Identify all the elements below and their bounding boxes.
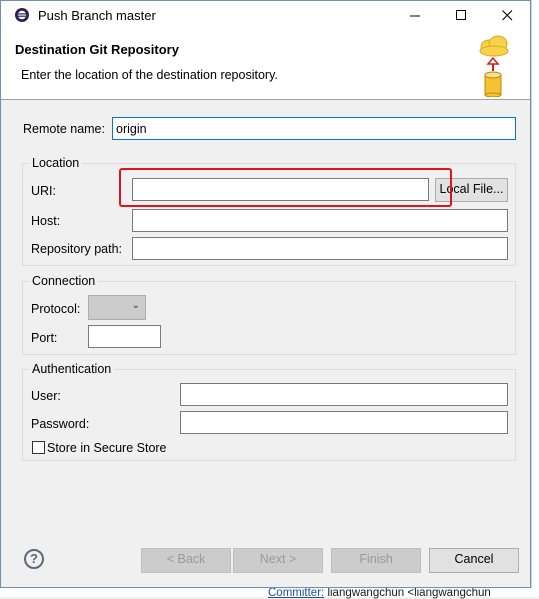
- wizard-header: [1, 30, 530, 100]
- protocol-label: Protocol:: [31, 302, 81, 316]
- minimize-button[interactable]: [392, 1, 438, 30]
- background-committer-link[interactable]: Committer:: [268, 587, 324, 599]
- background-committer-value: liangwangchun <liangwangchun: [327, 587, 491, 599]
- repository-path-input[interactable]: [132, 237, 508, 260]
- page-description: Enter the location of the destination re…: [21, 68, 278, 82]
- authentication-group-title: Authentication: [29, 362, 115, 376]
- page-title: Destination Git Repository: [15, 42, 179, 57]
- remote-name-label: Remote name:: [23, 122, 105, 136]
- finish-button[interactable]: Finish: [331, 548, 421, 573]
- help-icon[interactable]: ?: [24, 549, 44, 569]
- maximize-icon: [455, 10, 466, 20]
- close-button[interactable]: [484, 1, 530, 30]
- remote-name-input[interactable]: [112, 117, 516, 140]
- cancel-button[interactable]: Cancel: [429, 548, 519, 573]
- store-secure-checkbox[interactable]: [32, 441, 45, 454]
- port-input[interactable]: [88, 325, 161, 348]
- background-committer-info: Committer: liangwangchun <liangwangchun: [268, 587, 491, 599]
- eclipse-app-icon: [15, 8, 29, 22]
- protocol-select[interactable]: ⌄: [88, 295, 146, 320]
- repository-path-label: Repository path:: [31, 242, 123, 256]
- cloud-repository-icon: [479, 35, 509, 97]
- host-label: Host:: [31, 214, 61, 228]
- close-icon: [501, 10, 512, 21]
- window-title: Push Branch master: [38, 8, 156, 23]
- user-input[interactable]: [180, 383, 508, 406]
- highlight-annotation: [119, 168, 452, 207]
- host-input[interactable]: [132, 209, 508, 232]
- store-secure-label[interactable]: Store in Secure Store: [47, 441, 167, 455]
- next-button[interactable]: Next >: [233, 548, 323, 573]
- maximize-button[interactable]: [438, 1, 484, 30]
- port-label: Port:: [31, 331, 58, 345]
- uri-label: URI:: [31, 184, 56, 198]
- user-label: User:: [31, 389, 61, 403]
- minimize-icon: [409, 15, 420, 17]
- back-button[interactable]: < Back: [141, 548, 231, 573]
- background-window-edge: [531, 0, 539, 597]
- connection-group-title: Connection: [29, 274, 99, 288]
- password-label: Password:: [31, 417, 90, 431]
- password-input[interactable]: [180, 411, 508, 434]
- chevron-down-icon: ⌄: [131, 300, 140, 311]
- location-group-title: Location: [29, 156, 83, 170]
